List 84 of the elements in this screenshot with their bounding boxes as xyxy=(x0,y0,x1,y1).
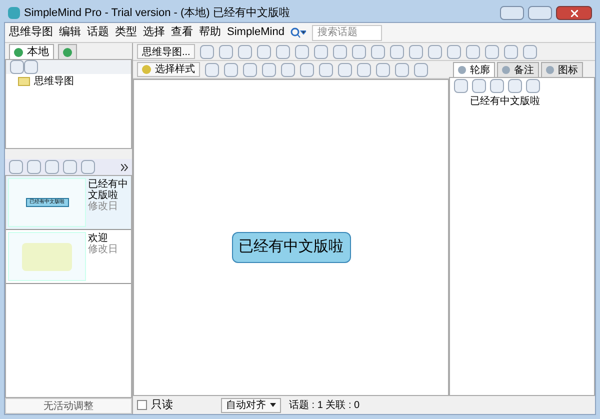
toolbar-icon[interactable] xyxy=(300,62,314,76)
style-button[interactable]: 选择样式 xyxy=(137,62,200,77)
panel-tab[interactable]: 轮廓 xyxy=(453,62,495,77)
caret-icon xyxy=(270,403,276,407)
toolbar-icon[interactable] xyxy=(81,160,95,174)
toolbar-icon[interactable] xyxy=(257,44,272,58)
modified-date: 修改日 xyxy=(88,201,119,212)
toolbar-icon[interactable] xyxy=(371,44,386,58)
menu-item[interactable]: 选择 xyxy=(143,24,165,41)
toolbar-icon[interactable] xyxy=(395,62,409,76)
toolbar-icon[interactable] xyxy=(243,62,257,76)
map-title: 已经有中文版啦 xyxy=(88,179,129,201)
toolbar-icon[interactable] xyxy=(319,62,333,76)
toolbar-icon[interactable] xyxy=(276,44,290,58)
menu-item[interactable]: 话题 xyxy=(87,24,109,41)
tab-icon xyxy=(458,66,466,74)
folder-icon xyxy=(18,77,30,86)
search-icon[interactable] xyxy=(290,26,306,38)
menu-item[interactable]: 类型 xyxy=(115,24,137,41)
toolbar-icon[interactable] xyxy=(409,44,424,58)
toolbar-icon[interactable] xyxy=(314,44,328,58)
toolbar-icon[interactable] xyxy=(24,60,38,74)
topic-count: 话题 : 1 关联 : 0 xyxy=(289,398,360,412)
toolbar-icon[interactable] xyxy=(10,60,24,74)
toolbar-icon[interactable] xyxy=(205,62,219,76)
preview-mindmap-drawing xyxy=(22,242,72,270)
toolbar-icon[interactable] xyxy=(295,44,310,58)
toolbar-icon[interactable] xyxy=(238,44,252,58)
maximize-button[interactable] xyxy=(528,6,552,20)
menu-item[interactable]: 编辑 xyxy=(59,24,81,41)
panel-tab[interactable]: 本地 xyxy=(9,44,54,59)
menu-item[interactable]: 帮助 xyxy=(199,24,221,41)
map-thumbnail-item[interactable]: 欢迎 修改日 xyxy=(6,230,131,284)
mindmap-button[interactable]: 思维导图... xyxy=(137,44,196,59)
menu-item[interactable]: 查看 xyxy=(171,24,193,41)
toolbar-icon[interactable] xyxy=(485,44,500,58)
toolbar-icon[interactable] xyxy=(454,79,468,93)
tab-icon xyxy=(546,66,554,74)
toolbar-icon[interactable] xyxy=(523,44,538,58)
toolbar-icon[interactable] xyxy=(447,44,462,58)
toolbar-icon[interactable] xyxy=(352,44,366,58)
toolbar-icon[interactable] xyxy=(224,62,238,76)
toolbar-icon[interactable] xyxy=(219,44,234,58)
modified-date: 修改日 xyxy=(88,244,119,255)
toolbar-icon[interactable] xyxy=(490,79,504,93)
app-icon xyxy=(8,7,20,19)
toolbar-icon[interactable] xyxy=(45,160,59,174)
close-icon xyxy=(570,10,578,16)
toolbar-icon[interactable] xyxy=(376,62,390,76)
toolbar-icon[interactable] xyxy=(357,62,371,76)
window-title: SimpleMind Pro - Trial version - (本地) 已经有中文版啦 xyxy=(24,6,291,21)
status-text: 无活动调整 xyxy=(5,398,132,414)
menu-item[interactable]: SimpleMind xyxy=(227,24,284,41)
tab-icon xyxy=(502,66,510,74)
panel-tab[interactable]: 图标 xyxy=(541,62,583,77)
toolbar-icon[interactable] xyxy=(63,160,77,174)
more-icon[interactable] xyxy=(121,164,128,170)
toolbar-icon[interactable] xyxy=(466,44,480,58)
toolbar-icon[interactable] xyxy=(428,44,442,58)
toolbar-icon[interactable] xyxy=(262,62,276,76)
toolbar-icon[interactable] xyxy=(200,44,214,58)
map-title: 欢迎 xyxy=(88,233,109,244)
central-topic[interactable]: 已经有中文版啦 xyxy=(232,232,350,263)
menu-item[interactable]: 思维导图 xyxy=(9,24,53,41)
toolbar-icon[interactable] xyxy=(338,62,352,76)
toolbar-icon[interactable] xyxy=(9,160,23,174)
align-dropdown[interactable]: 自动对齐 xyxy=(221,398,281,412)
tree-item[interactable]: 思维导图 xyxy=(6,74,131,89)
close-button[interactable] xyxy=(556,6,592,20)
panel-tab[interactable] xyxy=(58,44,77,59)
toolbar-icon[interactable] xyxy=(526,79,540,93)
toolbar-icon[interactable] xyxy=(414,62,428,76)
toolbar-icon[interactable] xyxy=(504,44,518,58)
readonly-checkbox[interactable]: 只读 xyxy=(137,396,173,414)
search-field[interactable]: 搜索话题 xyxy=(312,24,382,40)
toolbar-icon[interactable] xyxy=(281,62,295,76)
panel-tab[interactable]: 备注 xyxy=(497,62,539,77)
toolbar-icon[interactable] xyxy=(508,79,522,93)
toolbar-icon[interactable] xyxy=(472,79,486,93)
toolbar-icon[interactable] xyxy=(333,44,348,58)
toolbar-icon[interactable] xyxy=(27,160,41,174)
minimize-button[interactable] xyxy=(500,6,524,20)
outline-item[interactable]: 已经有中文版啦 xyxy=(450,94,594,109)
toolbar-icon[interactable] xyxy=(390,44,404,58)
